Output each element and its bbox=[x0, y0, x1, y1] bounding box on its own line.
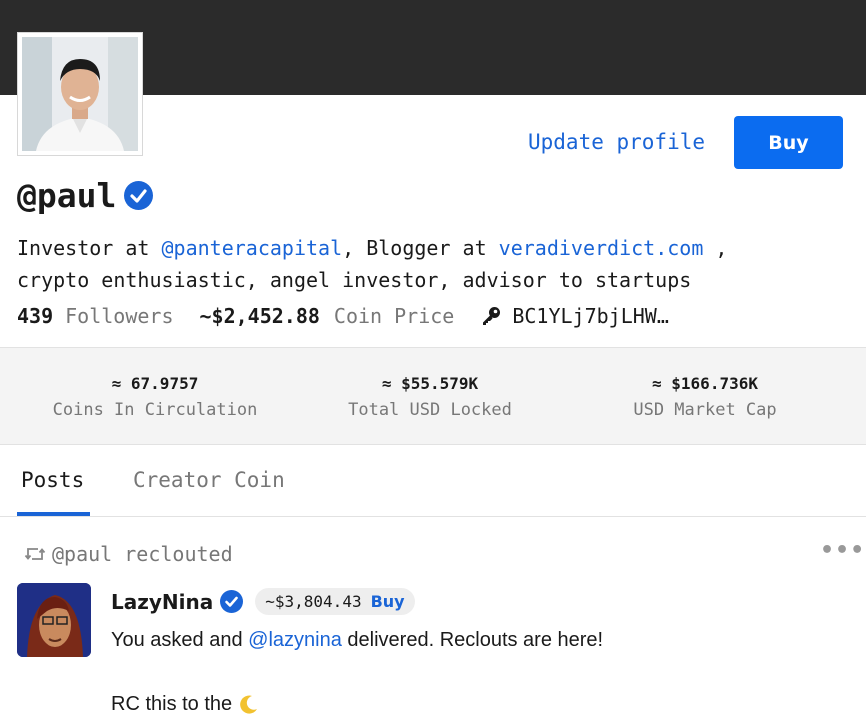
bio-line-1: Investor at @panteracapital, Blogger at … bbox=[17, 232, 857, 264]
moon-icon bbox=[238, 693, 260, 715]
post-author-name[interactable]: LazyNina bbox=[111, 590, 213, 614]
public-key[interactable]: BC1YLj7bjLHW… bbox=[512, 304, 669, 328]
stat-value: ≈ 67.9757 bbox=[111, 374, 199, 393]
usd-market-cap: ≈ $166.736K USD Market Cap bbox=[590, 374, 820, 420]
stat-label: Coins In Circulation bbox=[52, 400, 258, 420]
bio-text: Investor at bbox=[17, 236, 162, 260]
post-body-line-2: RC this to the bbox=[111, 690, 260, 718]
update-profile-link[interactable]: Update profile bbox=[528, 130, 705, 154]
profile-stats: 439 Followers ~$2,452.88 Coin Price BC1Y… bbox=[17, 304, 669, 328]
stat-label: Total USD Locked bbox=[348, 400, 512, 420]
bio-website-link[interactable]: veradiverdict.com bbox=[499, 236, 704, 260]
stat-value: ≈ $166.736K bbox=[652, 374, 758, 393]
profile-bio: Investor at @panteracapital, Blogger at … bbox=[17, 232, 857, 296]
bio-text: , Blogger at bbox=[342, 236, 499, 260]
total-usd-locked: ≈ $55.579K Total USD Locked bbox=[315, 374, 545, 420]
author-coin-chip: ~$3,804.43 Buy bbox=[255, 588, 415, 615]
bio-line-2: crypto enthusiastic, angel investor, adv… bbox=[17, 268, 692, 292]
verified-check-icon bbox=[220, 590, 244, 613]
post-mention-link[interactable]: @lazynina bbox=[248, 629, 342, 651]
profile-username: @paul bbox=[17, 176, 154, 215]
coin-price-value: ~$2,452.88 bbox=[199, 304, 320, 328]
tab-creator-coin[interactable]: Creator Coin bbox=[133, 468, 285, 492]
reclout-header: @paul reclouted bbox=[24, 542, 233, 566]
username-text: @paul bbox=[17, 176, 117, 215]
post-body-line-1: You asked and @lazynina delivered. Reclo… bbox=[111, 626, 603, 654]
buy-button[interactable]: Buy bbox=[734, 116, 843, 169]
profile-tabs: Posts Creator Coin bbox=[0, 446, 866, 517]
tab-posts[interactable]: Posts bbox=[21, 468, 84, 492]
bio-mention-link[interactable]: @panteracapital bbox=[162, 236, 343, 260]
bio-text: , bbox=[703, 236, 728, 260]
post-text: RC this to the bbox=[111, 693, 233, 715]
post-text: delivered. Reclouts are here! bbox=[341, 629, 604, 651]
coin-price-label: Coin Price bbox=[333, 304, 455, 328]
key-icon bbox=[480, 305, 502, 327]
profile-avatar bbox=[17, 32, 143, 156]
coins-in-circulation: ≈ 67.9757 Coins In Circulation bbox=[40, 374, 270, 420]
post-text: You asked and bbox=[111, 629, 249, 651]
author-buy-button[interactable]: Buy bbox=[371, 592, 405, 611]
post-author-avatar[interactable] bbox=[17, 583, 91, 657]
verified-check-icon bbox=[124, 181, 154, 210]
post-header: LazyNina ~$3,804.43 Buy bbox=[111, 588, 415, 615]
coin-stats-panel: ≈ 67.9757 Coins In Circulation ≈ $55.579… bbox=[0, 347, 866, 445]
followers-count[interactable]: 439 bbox=[17, 304, 53, 328]
author-coin-price: ~$3,804.43 bbox=[265, 592, 362, 611]
active-tab-indicator bbox=[17, 512, 90, 516]
stat-value: ≈ $55.579K bbox=[381, 374, 479, 393]
reclout-icon bbox=[24, 544, 46, 564]
reclout-text: @paul reclouted bbox=[52, 542, 233, 566]
followers-label[interactable]: Followers bbox=[65, 304, 173, 328]
more-dots-icon[interactable]: ••• bbox=[820, 538, 865, 563]
stat-label: USD Market Cap bbox=[633, 400, 777, 420]
